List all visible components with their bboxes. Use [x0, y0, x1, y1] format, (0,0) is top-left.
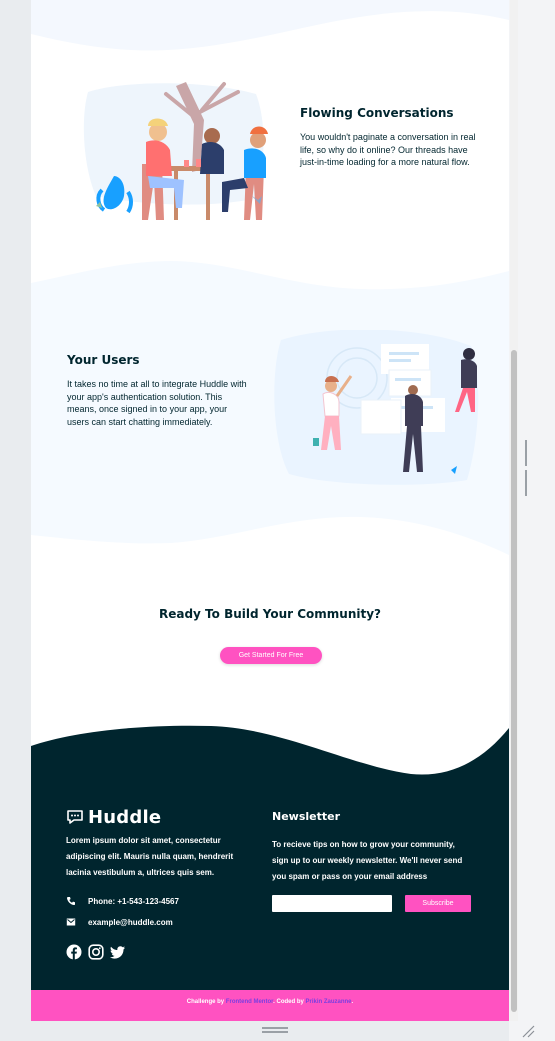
author-link[interactable]: Prikin Zauzanne [306, 999, 352, 1005]
social-links [66, 944, 126, 960]
email-icon [66, 918, 76, 926]
phone-row: Phone: +1-543-123-4567 [66, 896, 179, 906]
cta-title: Ready To Build Your Community? [158, 607, 381, 621]
twitter-icon[interactable] [110, 944, 126, 960]
phone-text: Phone: +1-543-123-4567 [88, 896, 179, 906]
resize-corner-icon[interactable] [521, 1024, 535, 1038]
flowing-conversations-title: Flowing Conversations [300, 106, 454, 120]
footer: Huddle Lorem ipsum dolor sit amet, conse… [31, 720, 509, 990]
newsletter-email-input[interactable] [272, 895, 392, 912]
attribution-middle: . Coded by [273, 999, 306, 1005]
phone-icon [66, 897, 75, 906]
email-row: example@huddle.com [66, 917, 173, 927]
chat-bubbles-icon [67, 810, 83, 824]
your-users-text: It takes no time at all to integrate Hud… [67, 379, 247, 427]
instagram-icon[interactable] [88, 944, 104, 960]
attribution-bar: Challenge by Frontend Mentor. Coded by P… [31, 990, 509, 1021]
flowing-conversations-text: You wouldn't paginate a conversation in … [300, 132, 476, 167]
horizontal-resize-grip[interactable] [262, 1027, 288, 1033]
your-users-illustration [274, 330, 479, 485]
attribution-prefix: Challenge by [186, 999, 226, 1005]
attribution-suffix: . [351, 999, 354, 1005]
frontend-mentor-link[interactable]: Frontend Mentor [226, 999, 273, 1005]
top-wave-background [31, 0, 509, 51]
vertical-resize-grip[interactable] [525, 440, 531, 496]
your-users-title: Your Users [67, 353, 140, 367]
facebook-icon[interactable] [66, 944, 82, 960]
brand-name: Huddle [88, 806, 162, 828]
get-started-button[interactable]: Get Started For Free [220, 647, 322, 664]
flowing-conversations-illustration [83, 82, 268, 220]
newsletter-title: Newsletter [272, 810, 341, 823]
subscribe-button[interactable]: Subscribe [405, 895, 471, 912]
footer-about-text: Lorem ipsum dolor sit amet, consectetur … [66, 836, 234, 877]
newsletter-text: To recieve tips on how to grow your comm… [272, 840, 463, 881]
page-viewport: Flowing Conversations You wouldn't pagin… [31, 0, 509, 1021]
footer-logo: Huddle [66, 806, 162, 828]
scrollbar-thumb[interactable] [511, 350, 517, 1012]
email-text[interactable]: example@huddle.com [88, 918, 173, 927]
